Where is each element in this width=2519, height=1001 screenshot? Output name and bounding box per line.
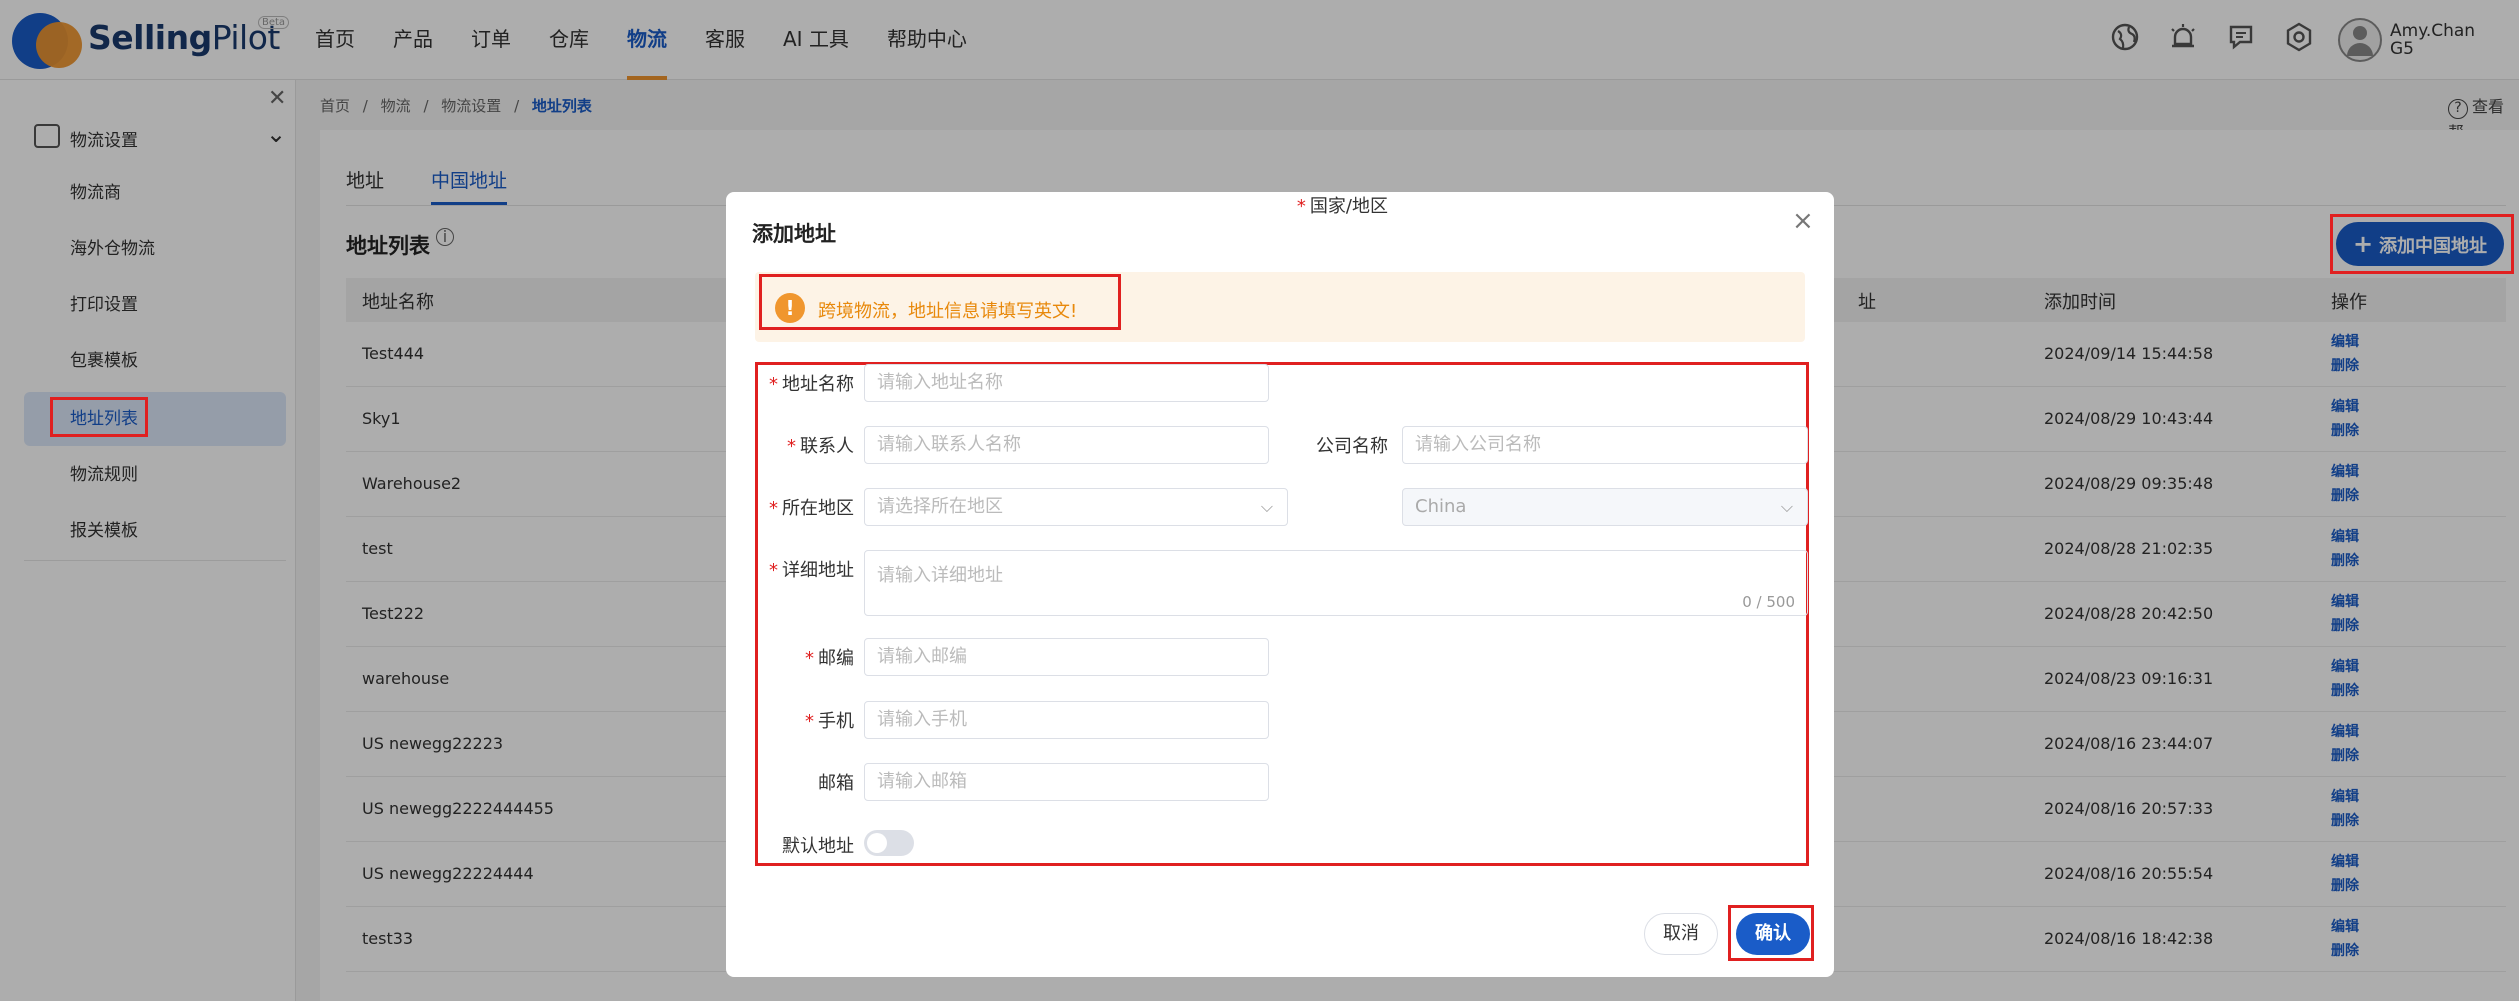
phone-label: * 手机 xyxy=(805,711,854,732)
zip-input[interactable]: 请输入邮编 xyxy=(864,638,1269,676)
phone-input[interactable]: 请输入手机 xyxy=(864,701,1269,739)
warning-banner: ! 跨境物流，地址信息请填写英文! xyxy=(755,272,1805,342)
region-select[interactable]: 请选择所在地区 ⌵ xyxy=(864,488,1288,526)
chevron-down-icon: ⌵ xyxy=(1260,497,1273,516)
company-label: 公司名称 xyxy=(1316,436,1388,457)
region-placeholder: 请选择所在地区 xyxy=(877,496,1003,517)
region-label: * 所在地区 xyxy=(769,498,854,519)
country-select: China ⌵ xyxy=(1402,488,1808,526)
warning-text: 跨境物流，地址信息请填写英文! xyxy=(818,301,1078,322)
warning-icon: ! xyxy=(775,293,805,323)
country-label: * 国家/地区 xyxy=(1296,196,1388,217)
detail-address-textarea[interactable]: 请输入详细地址 0 / 500 xyxy=(864,550,1808,616)
address-name-input[interactable]: 请输入地址名称 xyxy=(864,364,1269,402)
chevron-down-icon: ⌵ xyxy=(1780,497,1793,516)
add-address-dialog: 添加地址 × ! 跨境物流，地址信息请填写英文! * 地址名称 请输入地址名称 *… xyxy=(726,192,1834,977)
contact-label: * 联系人 xyxy=(787,436,854,457)
email-label: 邮箱 xyxy=(818,773,854,794)
zip-label: * 邮编 xyxy=(805,648,854,669)
cancel-button[interactable]: 取消 xyxy=(1644,913,1718,955)
contact-input[interactable]: 请输入联系人名称 xyxy=(864,426,1269,464)
confirm-button[interactable]: 确认 xyxy=(1736,913,1810,955)
country-value: China xyxy=(1415,496,1467,517)
char-counter: 0 / 500 xyxy=(1742,593,1795,611)
email-input[interactable]: 请输入邮箱 xyxy=(864,763,1269,801)
address-name-label: * 地址名称 xyxy=(769,374,854,395)
default-address-label: 默认地址 xyxy=(782,836,854,857)
default-address-toggle[interactable] xyxy=(864,830,914,856)
detail-address-placeholder: 请输入详细地址 xyxy=(877,565,1003,586)
company-input[interactable]: 请输入公司名称 xyxy=(1402,426,1808,464)
detail-address-label: * 详细地址 xyxy=(769,560,854,581)
dialog-title: 添加地址 xyxy=(752,222,836,246)
close-icon[interactable]: × xyxy=(1792,206,1814,236)
